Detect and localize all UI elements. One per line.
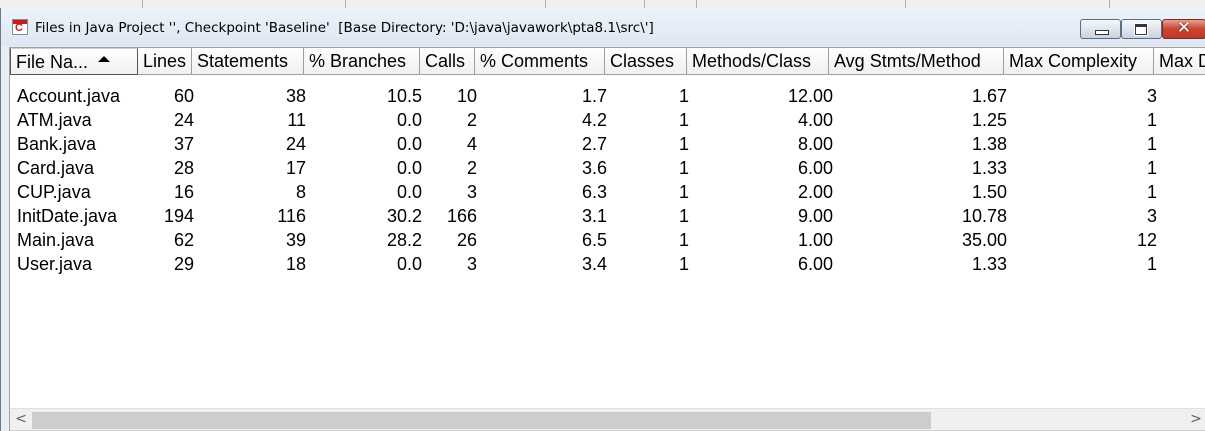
strip-divider	[142, 0, 143, 8]
close-button[interactable]: ✕	[1162, 18, 1205, 39]
column-header-label: Max D	[1159, 51, 1205, 71]
column-header-label: % Comments	[480, 51, 589, 71]
column-header-label: Lines	[143, 51, 187, 71]
file-list-view[interactable]: File Na... Lines Statements % Branches Calls…	[9, 47, 1205, 431]
column-header-label: Max Complexity	[1009, 51, 1138, 71]
column-header-label: Statements	[197, 51, 289, 71]
window-title: Files in Java Project '', Checkpoint 'Ba…	[35, 20, 654, 36]
cell-max_complexity: 12	[1136, 230, 1157, 250]
cell-methods_class: 2.00	[797, 182, 833, 202]
cell-max_complexity: 1	[1146, 134, 1157, 154]
scrollbar-thumb[interactable]	[32, 412, 931, 429]
table-row[interactable]: ATM.java 24 11 0.0 2 4.2 1 4.00 1.25 1	[10, 108, 1205, 132]
cell-methods_class: 6.00	[797, 158, 833, 178]
table-row[interactable]: CUP.java 16 8 0.0 3 6.3 1 2.00 1.50 1	[10, 180, 1205, 204]
cell-methods_class: 9.00	[797, 206, 833, 226]
column-header-avg_stmts[interactable]: Avg Stmts/Method	[829, 48, 1004, 75]
column-header-lines[interactable]: Lines	[138, 48, 192, 75]
column-header-max_depth[interactable]: Max D	[1154, 48, 1205, 75]
column-header-max_complexity[interactable]: Max Complexity	[1004, 48, 1154, 75]
cell-methods_class: 4.00	[797, 110, 833, 130]
column-header-methods_class[interactable]: Methods/Class	[687, 48, 829, 75]
close-icon: ✕	[1176, 18, 1192, 38]
strip-divider	[1109, 0, 1110, 8]
column-header-label: Methods/Class	[692, 51, 812, 71]
cell-max_complexity: 1	[1146, 158, 1157, 178]
horizontal-scrollbar[interactable]: < >	[10, 408, 1205, 431]
column-header-label: Classes	[610, 51, 675, 71]
app-icon-letter: C	[15, 22, 23, 34]
scroll-left-button[interactable]: <	[10, 409, 32, 431]
cell-methods_class: 1.00	[797, 230, 833, 250]
table-row[interactable]: Bank.java 37 24 0.0 4 2.7 1 8.00 1.38 1	[10, 132, 1205, 156]
strip-divider	[644, 0, 645, 8]
table-row[interactable]: User.java 29 18 0.0 3 3.4 1 6.00 1.33 1	[10, 252, 1205, 276]
table-row[interactable]: InitDate.java 194 116 30.2 166 3.1 1 9.00 10.78 3	[10, 204, 1205, 228]
column-header-classes[interactable]: Classes	[605, 48, 687, 75]
column-header-row: File Na... Lines Statements % Branches Calls…	[10, 48, 1205, 75]
cell-max_complexity: 3	[1146, 86, 1157, 106]
minimize-button[interactable]	[1080, 19, 1121, 39]
column-header-label: % Branches	[309, 51, 407, 71]
cell-max_complexity: 1	[1146, 182, 1157, 202]
sourcemonitor-app-icon[interactable]: C	[12, 19, 28, 35]
column-header-label: Avg Stmts/Method	[834, 51, 981, 71]
maximize-button[interactable]	[1121, 19, 1162, 39]
column-header-calls[interactable]: Calls	[420, 48, 475, 75]
table-row[interactable]: Main.java 62 39 28.2 26 6.5 1 1.00 35.00 12	[10, 228, 1205, 252]
column-header-file[interactable]: File Na...	[10, 48, 138, 75]
cell-methods_class: 12.00	[787, 86, 833, 106]
column-header-label: Calls	[425, 51, 466, 71]
cell-methods_class: 6.00	[797, 254, 833, 274]
cell-methods_class: 8.00	[797, 134, 833, 154]
table-row[interactable]: Account.java 60 38 10.5 10 1.7 1 12.00 1.67 3	[10, 84, 1205, 108]
sort-ascending-icon	[98, 56, 111, 62]
column-header-statements[interactable]: Statements	[192, 48, 304, 75]
strip-divider	[345, 0, 346, 8]
cell-max_complexity: 3	[1146, 206, 1157, 226]
title-bar[interactable]: C Files in Java Project '', Checkpoint '…	[1, 8, 1205, 46]
scroll-right-button[interactable]: >	[1185, 409, 1205, 431]
column-header-branches[interactable]: % Branches	[304, 48, 420, 75]
table-row[interactable]: Card.java 28 17 0.0 2 3.6 1 6.00 1.33 1	[10, 156, 1205, 180]
column-header-label: File Na...	[16, 52, 89, 72]
file-rows: Account.java 60 38 10.5 10 1.7 1 12.00 1.67 3 ATM.…	[10, 84, 1205, 276]
cell-max_complexity: 1	[1146, 254, 1157, 274]
strip-divider	[905, 0, 906, 8]
screen: C Files in Java Project '', Checkpoint '…	[0, 0, 1205, 431]
cell-max_complexity: 1	[1146, 110, 1157, 130]
strip-divider	[545, 0, 546, 8]
files-window: C Files in Java Project '', Checkpoint '…	[0, 8, 1205, 431]
strip-divider	[696, 0, 697, 8]
column-header-comments[interactable]: % Comments	[475, 48, 605, 75]
